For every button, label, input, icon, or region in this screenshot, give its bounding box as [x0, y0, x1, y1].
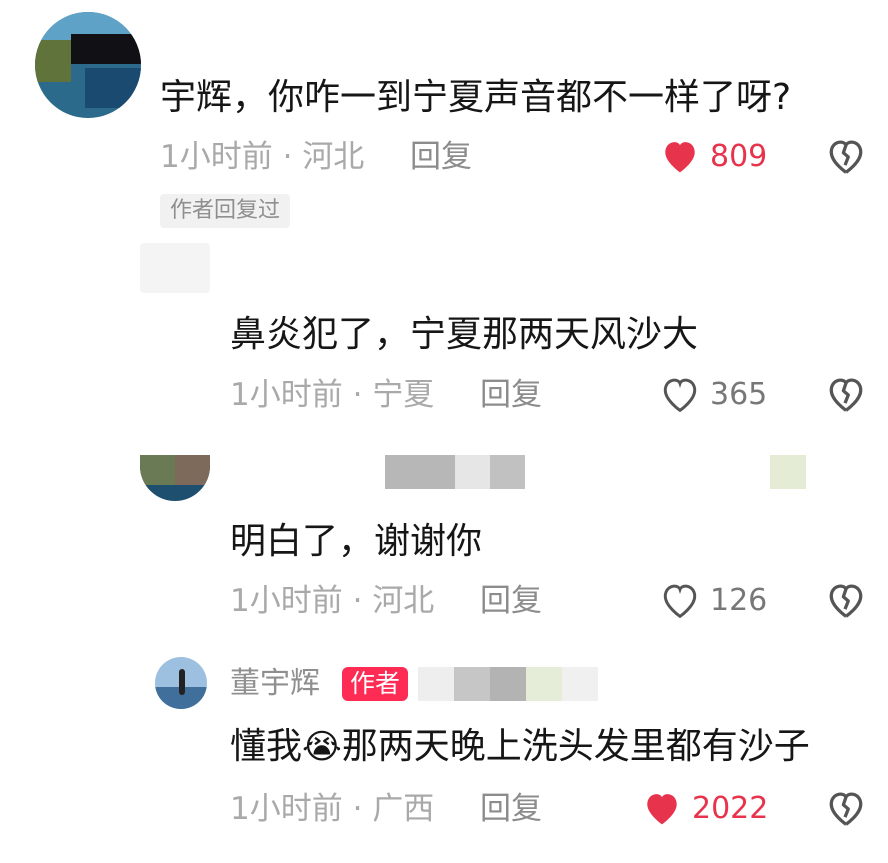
blurred-badge [770, 455, 806, 489]
like-count: 365 [710, 377, 768, 412]
meta-separator: · [352, 583, 363, 619]
broken-heart-icon[interactable] [826, 376, 866, 412]
broken-heart-icon[interactable] [826, 582, 866, 618]
broken-heart-icon[interactable] [826, 790, 866, 826]
comment-text-start: 懂我 [230, 726, 303, 767]
heart-filled-icon[interactable] [642, 790, 682, 826]
avatar[interactable] [140, 243, 210, 293]
comment-text: 鼻炎犯了，宁夏那两天风沙大 [230, 314, 699, 355]
reply-button[interactable]: 回复 [480, 581, 542, 621]
comment-text-end: 那两天晚上洗头发里都有沙子 [341, 726, 810, 767]
comment-meta: 1小时前 · 河北 [160, 137, 364, 177]
comment-time: 1小时前 [230, 791, 343, 827]
comment-location: 宁夏 [372, 377, 435, 413]
comment-time: 1小时前 [230, 377, 343, 413]
comment-meta: 1小时前 · 宁夏 [230, 375, 434, 415]
comment-location: 河北 [302, 139, 365, 175]
heart-outline-icon[interactable] [660, 376, 700, 412]
reply-button[interactable]: 回复 [480, 789, 542, 829]
avatar[interactable] [140, 455, 210, 501]
comment-location: 河北 [372, 583, 435, 619]
meta-separator: · [352, 377, 363, 413]
meta-separator: · [282, 139, 293, 175]
reply-button[interactable]: 回复 [480, 375, 542, 415]
comment-time: 1小时前 [160, 139, 273, 175]
avatar[interactable] [155, 657, 207, 709]
reply-button[interactable]: 回复 [410, 137, 472, 177]
heart-outline-icon[interactable] [660, 582, 700, 618]
comment-time: 1小时前 [230, 583, 343, 619]
comment-text: 明白了，谢谢你 [230, 521, 483, 562]
like-count: 809 [710, 139, 768, 174]
blurred-username [418, 667, 598, 701]
author-badge: 作者 [342, 667, 409, 701]
like-count: 2022 [692, 791, 769, 826]
blurred-username [385, 455, 525, 489]
comment-meta: 1小时前 · 广西 [230, 789, 434, 829]
comment-location: 广西 [372, 791, 435, 827]
like-count: 126 [710, 583, 768, 618]
meta-separator: · [352, 791, 363, 827]
broken-heart-icon[interactable] [826, 138, 866, 174]
comment-text: 宇辉，你咋一到宁夏声音都不一样了呀? [160, 77, 792, 118]
comment-text: 懂我😭那两天晚上洗头发里都有沙子 [230, 725, 810, 769]
avatar[interactable] [35, 12, 141, 118]
comment-meta: 1小时前 · 河北 [230, 581, 434, 621]
author-replied-tag: 作者回复过 [160, 194, 291, 228]
heart-filled-icon[interactable] [660, 138, 700, 174]
crying-emoji-icon: 😭 [302, 727, 342, 767]
username[interactable]: 董宇辉 [230, 664, 320, 704]
